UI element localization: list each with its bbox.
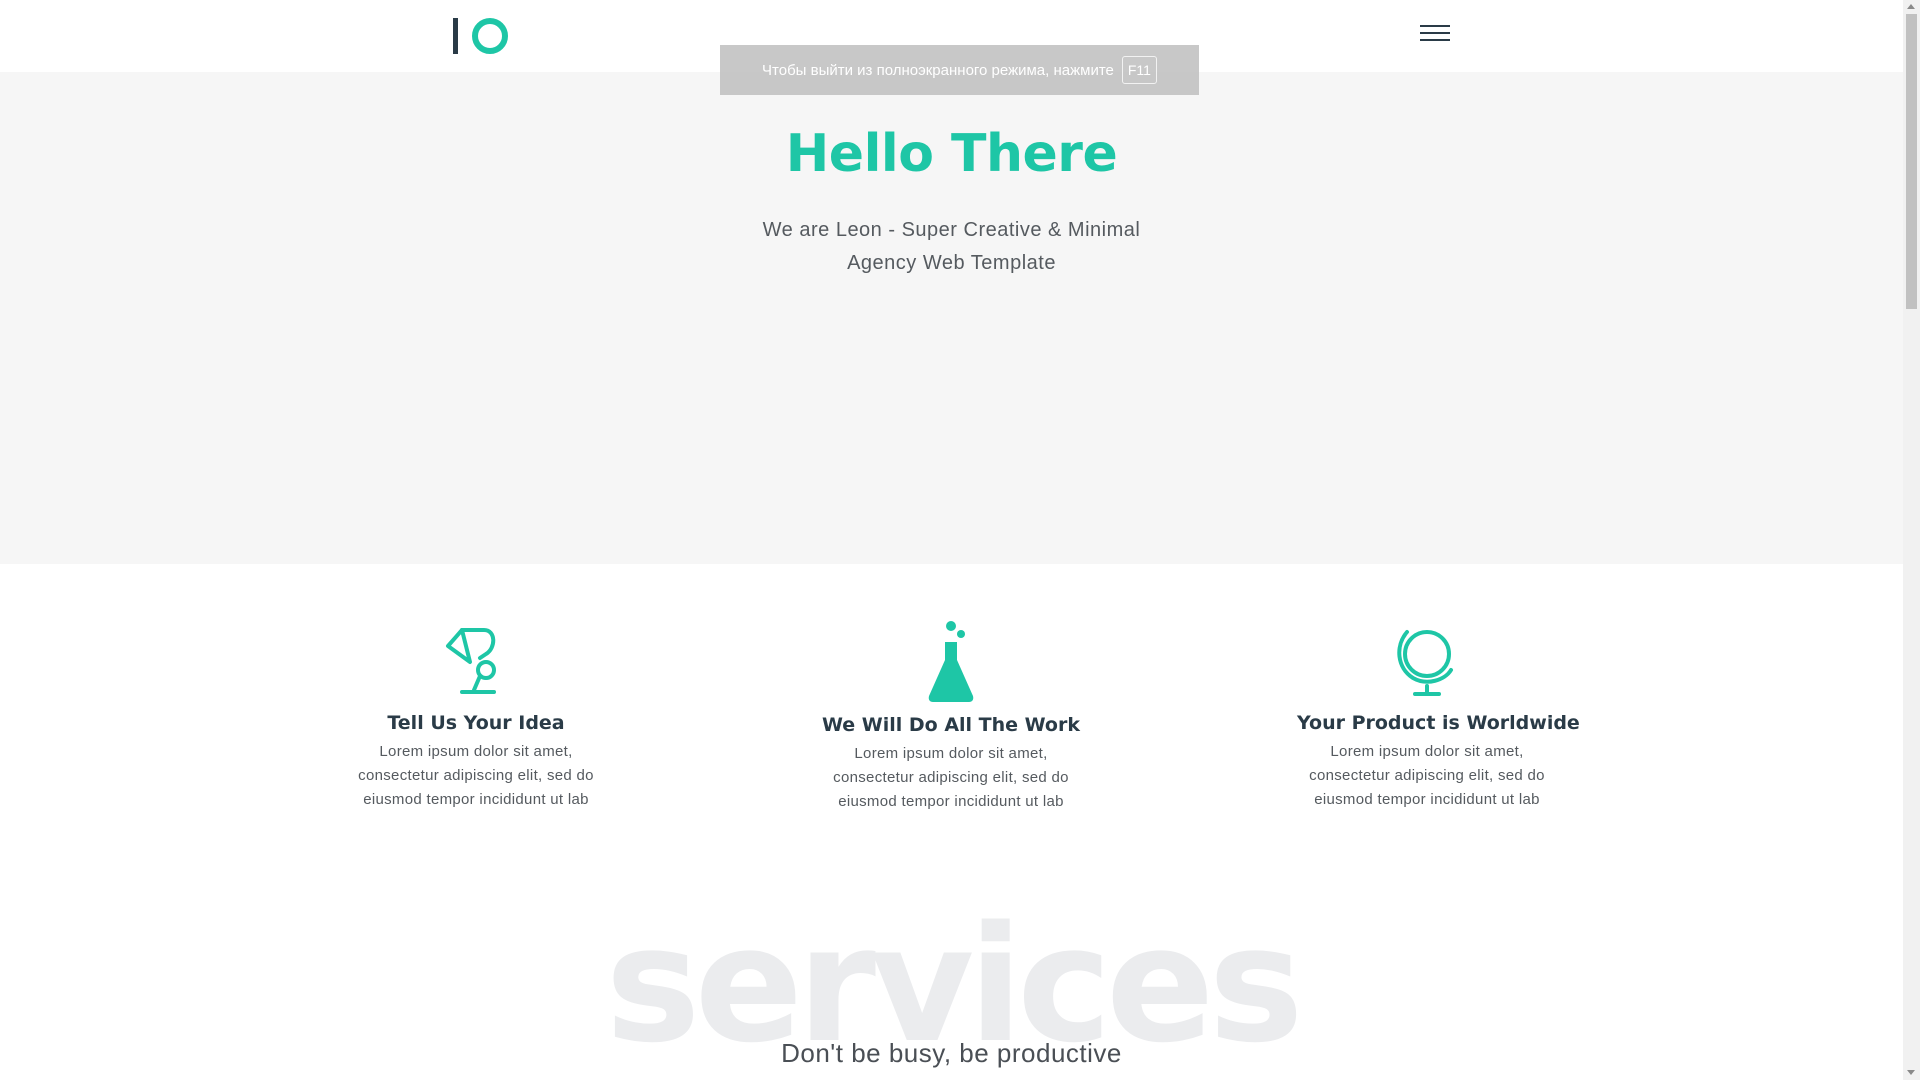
feature-title: Tell Us Your Idea <box>387 712 565 734</box>
services-subtitle: Don't be busy, be productive <box>781 1038 1122 1068</box>
scrollbar-thumb[interactable] <box>1906 14 1917 309</box>
feature-text: Lorem ipsum dolor sit amet, consectetur … <box>358 743 594 808</box>
fullscreen-notice-text: Чтобы выйти из полноэкранного режима, на… <box>762 61 1114 79</box>
vertical-scrollbar[interactable] <box>1903 0 1920 1080</box>
page: Hello There We are Leon - Super Creative… <box>0 0 1920 1080</box>
hero-title: Hello There <box>785 124 1118 184</box>
scroll-up-arrow-icon[interactable] <box>1907 4 1915 9</box>
fullscreen-exit-notice: Чтобы выйти из полноэкранного режима, на… <box>720 45 1199 95</box>
feature-idea: Tell Us Your Idea Lorem ipsum dolor sit … <box>346 620 606 812</box>
flask-icon <box>928 621 974 702</box>
desk-lamp-icon <box>446 628 496 694</box>
hero-subtitle-line-1: We are Leon - Super Creative & Minimal <box>762 219 1141 241</box>
io-logo-icon[interactable] <box>452 16 512 56</box>
feature-worldwide: Your Product is Worldwide Lorem ipsum do… <box>1297 620 1580 812</box>
hamburger-menu-icon[interactable] <box>1418 22 1452 44</box>
scroll-down-arrow-icon[interactable] <box>1907 1070 1915 1075</box>
feature-title: Your Product is Worldwide <box>1297 712 1580 734</box>
feature-text: Lorem ipsum dolor sit amet, consectetur … <box>833 745 1069 810</box>
hero-section: Hello There We are Leon - Super Creative… <box>0 72 1903 564</box>
feature-text: Lorem ipsum dolor sit amet, consectetur … <box>1309 743 1545 808</box>
f11-key-badge: F11 <box>1121 56 1157 84</box>
hero-subtitle: We are Leon - Super Creative & Minimal A… <box>0 214 1903 280</box>
feature-title: We Will Do All The Work <box>821 714 1080 736</box>
feature-work: We Will Do All The Work Lorem ipsum dolo… <box>821 620 1081 814</box>
globe-icon <box>1397 630 1453 696</box>
hero-subtitle-line-2: Agency Web Template <box>847 252 1056 274</box>
